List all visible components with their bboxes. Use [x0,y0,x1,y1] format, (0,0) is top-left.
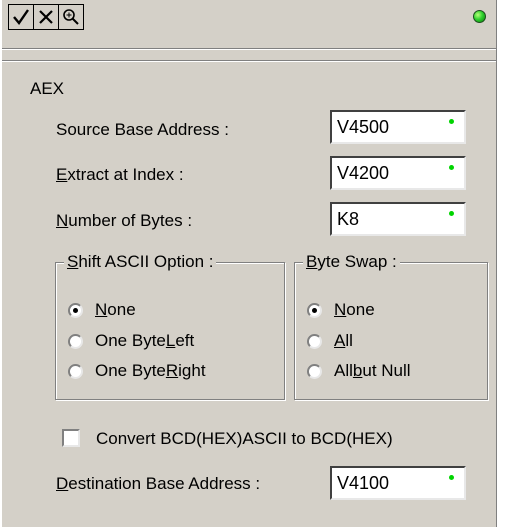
shift-ascii-title: Shift ASCII Option : [64,252,217,272]
convert-bcd-label[interactable]: Convert BCD(HEX)ASCII to BCD(HEX) [96,429,393,449]
byte-swap-group: Byte Swap : None All All b ut Null [294,252,488,400]
radio-icon [68,333,83,349]
radio-icon [307,333,322,349]
toolbar [8,4,84,30]
destination-base-value: V4100 [337,473,390,493]
source-base-input[interactable]: V4500 [330,110,466,144]
valid-indicator-icon [449,165,454,170]
x-icon [39,10,53,24]
swap-all-but-null-radio[interactable]: All b ut Null [307,361,411,381]
destination-base-input[interactable]: V4100 [330,466,466,500]
lookup-button[interactable] [58,4,84,30]
cancel-button[interactable] [33,4,59,30]
extract-index-label: Extract at Index : [56,165,184,184]
swap-none-radio[interactable]: None [307,300,375,320]
accept-button[interactable] [8,4,34,30]
source-base-label: Source Base Address : [56,120,229,139]
byte-swap-title: Byte Swap : [303,252,400,272]
shift-none-radio[interactable]: None [68,300,136,320]
num-bytes-label: Number of Bytes : [56,211,193,230]
valid-indicator-icon [449,211,454,216]
extract-index-value: V4200 [337,163,390,183]
status-led-icon [473,10,486,23]
convert-bcd-checkbox[interactable] [62,429,80,447]
radio-icon [68,363,83,379]
radio-selected-icon [307,302,322,318]
destination-base-label: Destination Base Address : [56,474,261,493]
source-base-value: V4500 [337,117,390,137]
valid-indicator-icon [449,119,454,124]
radio-selected-icon [68,302,83,318]
shift-ascii-group: Shift ASCII Option : None One Byte Left … [55,252,285,400]
magnify-icon [63,9,79,25]
section-title: AEX [30,79,65,98]
check-icon [13,9,29,25]
swap-all-radio[interactable]: All [307,331,353,351]
aex-dialog-panel: AEX Source Base Address : V4500 Extract … [2,0,497,527]
num-bytes-value: K8 [337,209,360,229]
divider [2,48,496,50]
radio-icon [307,363,322,379]
shift-left-radio[interactable]: One Byte Left [68,331,194,351]
extract-index-input[interactable]: V4200 [330,156,466,190]
shift-right-radio[interactable]: One Byte Right [68,361,206,381]
num-bytes-input[interactable]: K8 [330,202,466,236]
divider [2,60,496,62]
valid-indicator-icon [449,475,454,480]
